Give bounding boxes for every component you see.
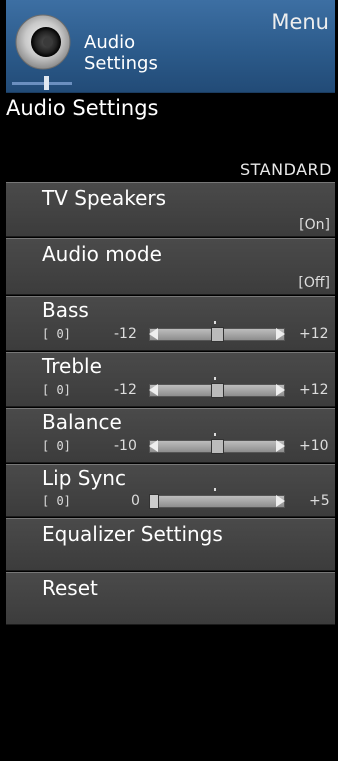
item-label: Audio mode	[42, 242, 162, 266]
max-value: +10	[299, 438, 329, 454]
min-value: -10	[114, 438, 137, 454]
item-value: [On]	[299, 217, 330, 233]
item-label: TV Speakers	[42, 186, 167, 210]
arrow-left-icon[interactable]	[149, 328, 158, 340]
slider-thumb[interactable]	[149, 494, 159, 509]
speaker-icon	[15, 14, 71, 70]
menu-item-audio-mode[interactable]: Audio mode [Off]	[6, 238, 335, 295]
menu-header: Audio Settings Menu	[6, 0, 335, 93]
center-tick	[214, 377, 216, 380]
item-label: Reset	[42, 576, 98, 600]
header-slider-knob	[44, 76, 49, 90]
arrow-left-icon[interactable]	[149, 384, 158, 396]
lip-sync-slider[interactable]	[149, 488, 285, 509]
audio-settings-screen: Audio Settings Menu Audio Settings STAND…	[6, 0, 335, 761]
menu-item-reset[interactable]: Reset	[6, 572, 335, 625]
center-tick	[214, 488, 216, 491]
audio-mode-preset: STANDARD	[239, 160, 332, 179]
item-label: Equalizer Settings	[42, 522, 223, 546]
header-title: Audio Settings	[84, 32, 158, 74]
arrow-right-icon[interactable]	[276, 440, 285, 452]
balance-slider[interactable]	[149, 433, 285, 454]
current-value: [ 0]	[42, 383, 71, 397]
header-title-line1: Audio	[84, 32, 136, 53]
item-value: [Off]	[298, 275, 330, 291]
item-label: Bass	[42, 298, 89, 322]
center-tick	[214, 321, 216, 324]
header-title-line2: Settings	[84, 53, 158, 74]
header-slider-line	[12, 82, 72, 85]
treble-slider[interactable]	[149, 377, 285, 398]
slider-thumb[interactable]	[211, 439, 224, 454]
max-value: +12	[299, 382, 329, 398]
menu-item-balance[interactable]: Balance [ 0] -10 +10	[6, 408, 335, 463]
min-value: -12	[114, 326, 137, 342]
menu-item-lip-sync[interactable]: Lip Sync [ 0] 0 +5	[6, 464, 335, 517]
menu-item-bass[interactable]: Bass [ 0] -12 +12	[6, 296, 335, 351]
arrow-right-icon[interactable]	[276, 495, 285, 507]
item-label: Lip Sync	[42, 466, 126, 490]
current-value: [ 0]	[42, 494, 71, 508]
min-value: 0	[131, 493, 140, 509]
slider-thumb[interactable]	[211, 383, 224, 398]
item-label: Treble	[42, 354, 102, 378]
menu-item-tv-speakers[interactable]: TV Speakers [On]	[6, 182, 335, 237]
arrow-right-icon[interactable]	[276, 384, 285, 396]
current-value: [ 0]	[42, 439, 71, 453]
menu-label: Menu	[271, 10, 329, 34]
arrow-right-icon[interactable]	[276, 328, 285, 340]
current-value: [ 0]	[42, 327, 71, 341]
menu-item-treble[interactable]: Treble [ 0] -12 +12	[6, 352, 335, 407]
item-label: Balance	[42, 410, 122, 434]
center-tick	[214, 433, 216, 436]
max-value: +5	[309, 493, 330, 509]
page-title: Audio Settings	[6, 96, 159, 120]
bass-slider[interactable]	[149, 321, 285, 342]
arrow-left-icon[interactable]	[149, 440, 158, 452]
min-value: -12	[114, 382, 137, 398]
menu-item-equalizer-settings[interactable]: Equalizer Settings	[6, 518, 335, 571]
max-value: +12	[299, 326, 329, 342]
slider-thumb[interactable]	[211, 327, 224, 342]
